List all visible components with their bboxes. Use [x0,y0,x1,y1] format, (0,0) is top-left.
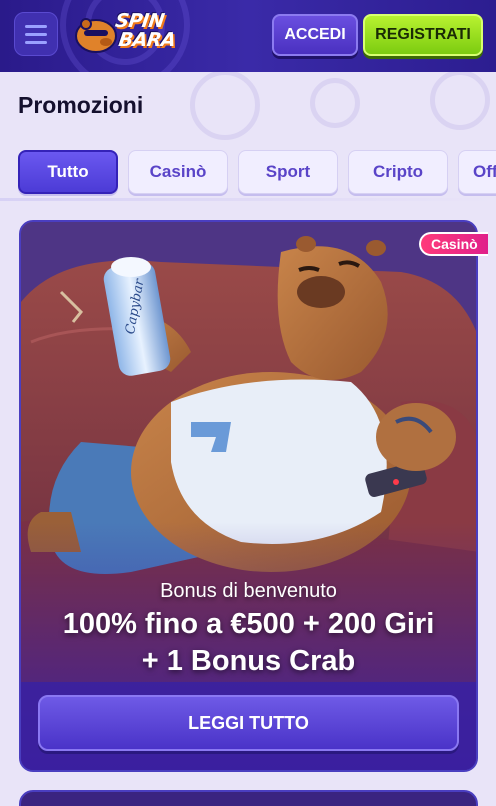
tabs-divider [0,198,496,201]
promo-category-tabs: Tutto Casinò Sport Cripto Off [0,148,496,198]
logo-line-2: BARA [117,29,177,51]
background-swirl [310,78,360,128]
background-swirl [430,70,490,130]
background-swirl [190,70,260,140]
tab-casino[interactable]: Casinò [128,150,228,194]
logo-text: SPIN BARA [111,10,179,51]
promo-headline: 100% fino a €500 + 200 Giri + 1 Bonus Cr… [19,606,478,680]
promo-subtitle: Bonus di benvenuto [160,580,337,602]
login-button[interactable]: ACCEDI [272,14,358,56]
spinbara-logo[interactable]: SPIN BARA [74,8,194,58]
capybara-couch-illustration: Capybar [21,222,476,770]
read-more-button[interactable]: LEGGI TUTTO [38,695,459,751]
promo-headline-line-1: 100% fino a €500 + 200 Giri [62,608,435,640]
promo-headline-line-2: + 1 Bonus Crab [141,645,356,677]
promo-card[interactable]: Capybar [19,220,478,772]
menu-icon-bar [25,32,47,36]
tab-sport[interactable]: Sport [238,150,338,194]
tab-all[interactable]: Tutto [18,150,118,194]
register-button[interactable]: REGISTRATI [363,14,483,56]
tab-offers[interactable]: Off [458,150,496,194]
top-header: SPIN BARA ACCEDI REGISTRATI [0,0,496,72]
tab-crypto[interactable]: Cripto [348,150,448,194]
hamburger-menu-button[interactable] [14,12,58,56]
menu-icon-bar [25,24,47,28]
menu-icon-bar [25,40,47,44]
page-title: Promozioni [18,92,144,118]
category-badge: Casinò [419,232,488,256]
next-promo-card[interactable] [19,790,478,806]
